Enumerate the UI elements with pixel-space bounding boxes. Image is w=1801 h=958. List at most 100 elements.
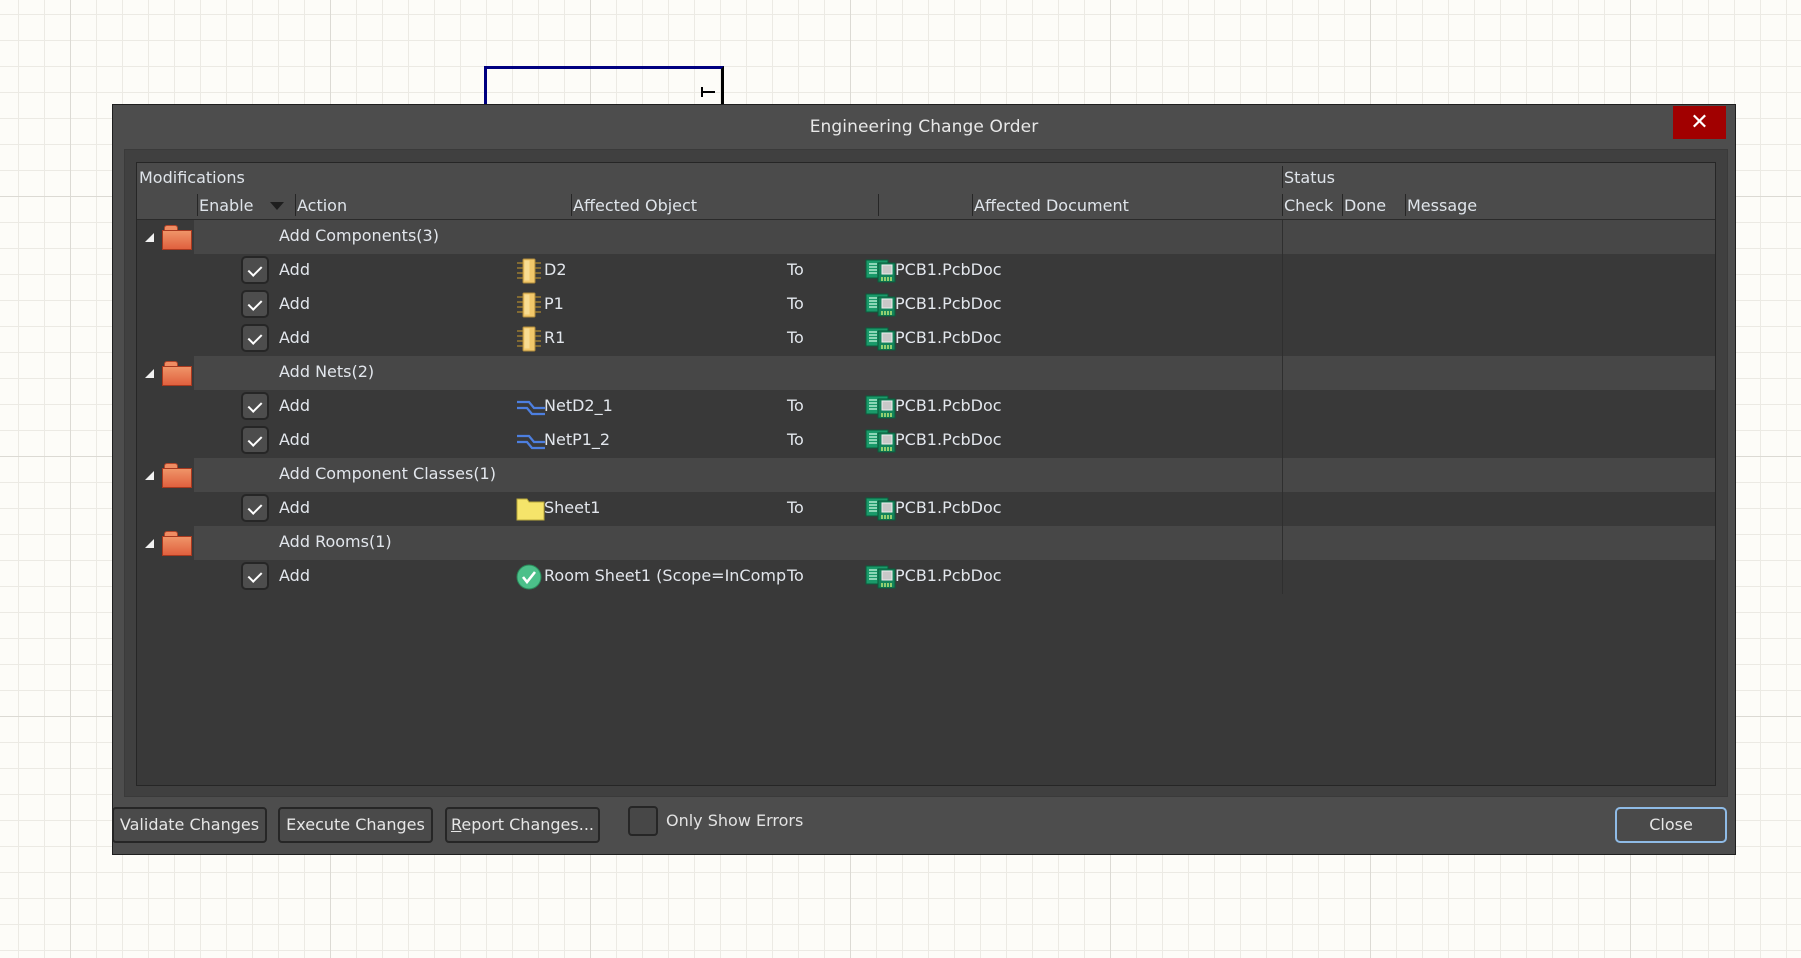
group-label: Add Rooms(1) — [279, 532, 392, 551]
column-enable[interactable]: Enable — [199, 196, 254, 215]
status-column-separator — [1282, 526, 1283, 560]
status-column-separator — [1282, 560, 1283, 594]
affected-object-cell: Room Sheet1 (Scope=InComponent — [544, 566, 787, 585]
table-row[interactable]: Add NetP1_2 To PCB1.PcbDoc — [137, 424, 1715, 458]
pcb-document-icon — [865, 394, 897, 420]
close-icon[interactable]: ✕ — [1673, 106, 1726, 139]
to-cell: To — [787, 498, 804, 517]
modifications-header: Modifications — [139, 168, 245, 187]
enable-checkbox[interactable] — [241, 562, 269, 590]
enable-checkbox[interactable] — [241, 494, 269, 522]
action-cell: Add — [279, 328, 310, 347]
column-separator[interactable] — [1405, 194, 1406, 216]
status-column-separator — [1282, 356, 1283, 390]
column-separator[interactable] — [571, 194, 572, 216]
expand-collapse-triangle-icon[interactable] — [145, 233, 154, 242]
class-folder-icon — [516, 496, 545, 522]
column-check[interactable]: Check — [1284, 196, 1333, 215]
report-changes-button[interactable]: Report Changes... — [445, 807, 600, 843]
column-separator[interactable] — [1282, 166, 1283, 188]
table-row[interactable]: Add Sheet1 To PCB1.PcbDoc — [137, 492, 1715, 526]
schematic-pin — [701, 87, 715, 97]
expand-collapse-triangle-icon[interactable] — [145, 539, 154, 548]
component-icon — [516, 258, 542, 284]
column-action[interactable]: Action — [297, 196, 347, 215]
enable-checkbox[interactable] — [241, 256, 269, 284]
table-row[interactable]: Add D2 To PCB1.PcbDoc — [137, 254, 1715, 288]
table-frame: Modifications Status Enable Action Affec… — [124, 149, 1728, 797]
title-bar[interactable]: Engineering Change Order ✕ — [113, 105, 1735, 149]
net-icon — [516, 394, 545, 420]
column-separator[interactable] — [972, 194, 973, 216]
to-cell: To — [787, 430, 804, 449]
column-affected-object[interactable]: Affected Object — [573, 196, 697, 215]
pcb-document-icon — [865, 292, 897, 318]
table-body: Add Components(3) Add D2 To PCB1.PcbDoc Add P1… — [137, 220, 1715, 594]
pcb-document-icon — [865, 428, 897, 454]
affected-object-cell: NetP1_2 — [544, 430, 611, 449]
close-button[interactable]: Close — [1615, 807, 1727, 843]
enable-checkbox[interactable] — [241, 392, 269, 420]
to-cell: To — [787, 260, 804, 279]
status-column-separator — [1282, 424, 1283, 458]
column-message[interactable]: Message — [1407, 196, 1477, 215]
only-show-errors-checkbox[interactable] — [628, 806, 658, 836]
validate-changes-button[interactable]: Validate Changes — [112, 807, 267, 843]
affected-object-cell: R1 — [544, 328, 566, 347]
folder-icon-body — [162, 366, 192, 386]
column-separator[interactable] — [1282, 194, 1283, 216]
status-header: Status — [1284, 168, 1335, 187]
group-label: Add Components(3) — [279, 226, 439, 245]
affected-object-cell: P1 — [544, 294, 564, 313]
status-column-separator — [1282, 254, 1283, 288]
room-check-icon — [516, 564, 542, 590]
pcb-document-icon — [865, 564, 897, 590]
column-header-row: Enable Action Affected Object Affected D… — [137, 191, 1715, 220]
action-cell: Add — [279, 294, 310, 313]
folder-icon — [162, 225, 192, 250]
folder-icon — [162, 361, 192, 386]
action-cell: Add — [279, 430, 310, 449]
column-separator[interactable] — [878, 194, 879, 216]
pcb-document-icon — [865, 496, 897, 522]
column-separator[interactable] — [197, 194, 198, 216]
affected-object-cell: NetD2_1 — [544, 396, 613, 415]
group-row[interactable]: Add Component Classes(1) — [137, 458, 1715, 492]
affected-document-cell: PCB1.PcbDoc — [895, 566, 1002, 585]
column-separator[interactable] — [1342, 194, 1343, 216]
action-cell: Add — [279, 498, 310, 517]
column-done[interactable]: Done — [1344, 196, 1386, 215]
execute-changes-button[interactable]: Execute Changes — [278, 807, 433, 843]
pcb-document-icon — [865, 258, 897, 284]
to-cell: To — [787, 294, 804, 313]
enable-checkbox[interactable] — [241, 426, 269, 454]
group-row[interactable]: Add Components(3) — [137, 220, 1715, 254]
group-row[interactable]: Add Nets(2) — [137, 356, 1715, 390]
status-column-separator — [1282, 390, 1283, 424]
only-show-errors-label: Only Show Errors — [666, 811, 804, 830]
status-column-separator — [1282, 288, 1283, 322]
table-row[interactable]: Add NetD2_1 To PCB1.PcbDoc — [137, 390, 1715, 424]
column-affected-document[interactable]: Affected Document — [974, 196, 1129, 215]
column-separator[interactable] — [295, 194, 296, 216]
expand-collapse-triangle-icon[interactable] — [145, 471, 154, 480]
affected-object-cell: D2 — [544, 260, 567, 279]
enable-checkbox[interactable] — [241, 324, 269, 352]
action-cell: Add — [279, 260, 310, 279]
component-icon — [516, 292, 542, 318]
pcb-document-icon — [865, 326, 897, 352]
affected-document-cell: PCB1.PcbDoc — [895, 430, 1002, 449]
sort-dropdown-icon[interactable] — [270, 202, 284, 210]
table-row[interactable]: Add Room Sheet1 (Scope=InComponentTo PCB1.… — [137, 560, 1715, 594]
group-row[interactable]: Add Rooms(1) — [137, 526, 1715, 560]
affected-document-cell: PCB1.PcbDoc — [895, 328, 1002, 347]
status-column-separator — [1282, 492, 1283, 526]
dialog-title: Engineering Change Order — [809, 117, 1039, 137]
enable-checkbox[interactable] — [241, 290, 269, 318]
expand-collapse-triangle-icon[interactable] — [145, 369, 154, 378]
to-cell: To — [787, 328, 804, 347]
table-row[interactable]: Add P1 To PCB1.PcbDoc — [137, 288, 1715, 322]
to-cell: To — [787, 396, 804, 415]
table-row[interactable]: Add R1 To PCB1.PcbDoc — [137, 322, 1715, 356]
report-mnemonic: R — [451, 815, 462, 834]
